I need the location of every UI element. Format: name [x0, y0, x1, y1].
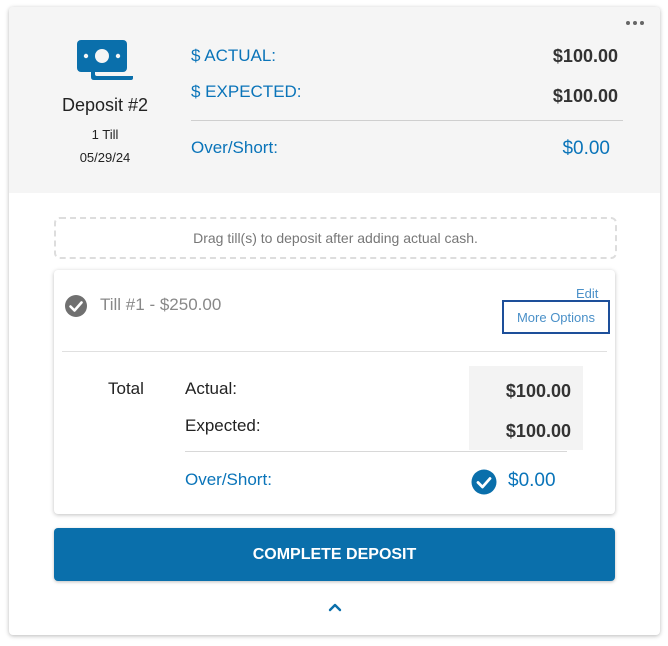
till-dropzone[interactable]: Drag till(s) to deposit after adding act…: [54, 217, 617, 259]
till-over-short-label: Over/Short:: [185, 470, 272, 489]
till-label: Till #1 - $250.00: [100, 295, 222, 314]
over-short-label: Over/Short:: [191, 138, 278, 157]
till-expected-value: $100.00: [505, 421, 571, 441]
check-circle-icon: [65, 295, 87, 317]
deposit-header: Deposit #2 1 Till 05/29/24 $ ACTUAL: $10…: [9, 7, 660, 193]
deposit-card: Deposit #2 1 Till 05/29/24 $ ACTUAL: $10…: [9, 7, 660, 635]
more-menu-icon[interactable]: [626, 19, 646, 27]
summary-divider: [185, 451, 567, 452]
expected-value: $100.00: [552, 86, 618, 106]
more-options-link[interactable]: More Options: [502, 300, 610, 334]
chevron-up-icon[interactable]: [327, 601, 343, 613]
check-circle-icon: [471, 469, 497, 495]
over-short-value: $0.00: [562, 138, 610, 159]
header-divider: [191, 120, 623, 121]
actual-value: $100.00: [552, 46, 618, 66]
till-actual-value: $100.00: [505, 381, 571, 401]
actual-label: $ ACTUAL:: [191, 46, 277, 65]
till-count: 1 Till: [91, 127, 119, 142]
deposit-date: 05/29/24: [79, 150, 131, 165]
deposit-title: Deposit #2: [61, 95, 149, 115]
till-expected-label: Expected:: [185, 416, 261, 435]
till-actual-label: Actual:: [185, 379, 237, 398]
till-card: Till #1 - $250.00 Edit More Options Tota…: [54, 270, 615, 514]
till-over-short-value: $0.00: [508, 470, 556, 491]
complete-deposit-button[interactable]: COMPLETE DEPOSIT: [54, 528, 615, 581]
totals-value-box: $100.00 $100.00: [469, 366, 583, 450]
till-divider: [62, 351, 607, 352]
edit-link[interactable]: Edit: [576, 286, 598, 301]
total-label: Total: [108, 379, 144, 398]
cash-icon: [77, 40, 133, 80]
expected-label: $ EXPECTED:: [191, 82, 302, 101]
